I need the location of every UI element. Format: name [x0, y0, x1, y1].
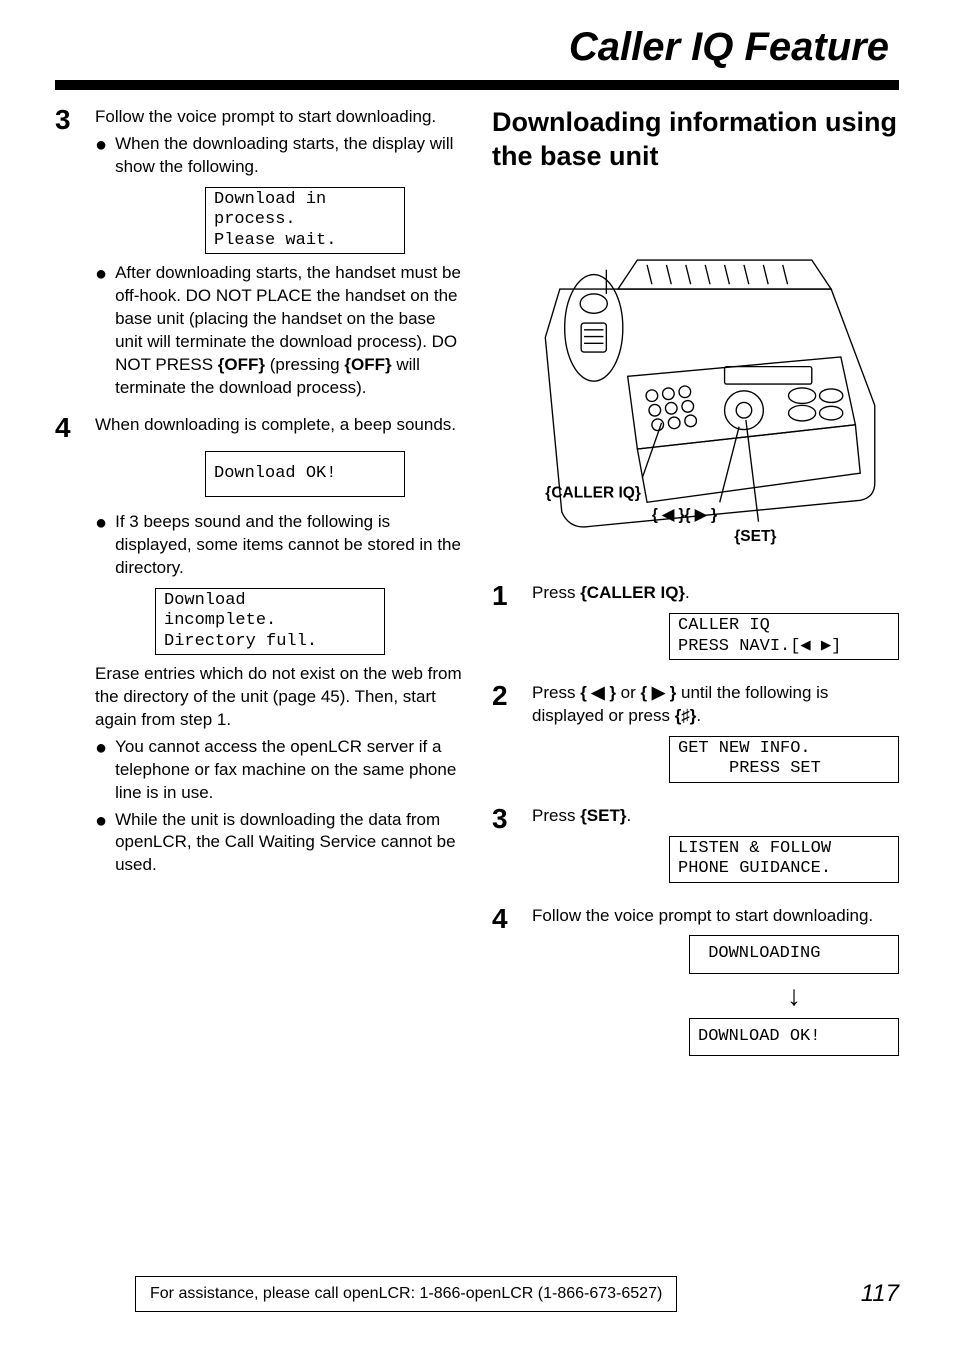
step-text: Press { ◀ } or { ▶ } until the following…: [532, 682, 899, 728]
bullet-icon: ●: [95, 809, 107, 878]
paragraph: Erase entries which do not exist on the …: [95, 663, 462, 732]
step-text: Follow the voice prompt to start downloa…: [95, 106, 462, 129]
down-arrow-icon: ↓: [689, 982, 899, 1010]
hash-key: {♯}: [675, 706, 697, 725]
label-set: {SET}: [734, 528, 776, 545]
right-arrow-key: { ▶ }: [641, 683, 677, 702]
left-arrow-key: { ◀ }: [580, 683, 616, 702]
set-key: {SET}: [580, 806, 626, 825]
step-number: 3: [55, 106, 77, 400]
page-header: Caller IQ Feature: [55, 20, 899, 90]
right-step-2: 2 Press { ◀ } or { ▶ } until the followi…: [492, 682, 899, 791]
lcd-display: Download in process. Please wait.: [205, 187, 405, 254]
left-step-4: 4 When downloading is complete, a beep s…: [55, 414, 462, 878]
lcd-display: Download incomplete. Directory full.: [155, 588, 385, 655]
step-text: When downloading is complete, a beep sou…: [95, 414, 462, 437]
section-title: Downloading information using the base u…: [492, 106, 899, 174]
left-column: 3 Follow the voice prompt to start downl…: [55, 106, 462, 1078]
label-nav: { ◀ }{ ▶ }: [652, 506, 717, 523]
bullet-text: After downloading starts, the handset mu…: [115, 262, 462, 400]
bullet-icon: ●: [95, 736, 107, 805]
lcd-display: Download OK!: [205, 451, 405, 497]
page-number: 117: [861, 1278, 899, 1310]
right-step-1: 1 Press {CALLER IQ}. CALLER IQ PRESS NAV…: [492, 582, 899, 668]
page-footer: For assistance, please call openLCR: 1-8…: [55, 1276, 899, 1312]
lcd-display: DOWNLOADING: [689, 935, 899, 973]
lcd-display: DOWNLOAD OK!: [689, 1018, 899, 1056]
bullet-text: If 3 beeps sound and the following is di…: [115, 511, 462, 580]
bullet-icon: ●: [95, 511, 107, 580]
bullet-icon: ●: [95, 262, 107, 400]
bullet-text: While the unit is downloading the data f…: [115, 809, 462, 878]
label-caller-iq: {CALLER IQ}: [545, 484, 641, 501]
bullet-text: When the downloading starts, the display…: [115, 133, 462, 179]
right-column: Downloading information using the base u…: [492, 106, 899, 1078]
step-text: Follow the voice prompt to start downloa…: [532, 905, 899, 928]
right-step-3: 3 Press {SET}. LISTEN & FOLLOW PHONE GUI…: [492, 805, 899, 891]
off-key: {OFF}: [344, 355, 391, 374]
lcd-display: LISTEN & FOLLOW PHONE GUIDANCE.: [669, 836, 899, 883]
lcd-display: CALLER IQ PRESS NAVI.[◀ ▶]: [669, 613, 899, 660]
lcd-display: GET NEW INFO. PRESS SET: [669, 736, 899, 783]
bullet-icon: ●: [95, 133, 107, 179]
step-number: 4: [55, 414, 77, 878]
left-step-3: 3 Follow the voice prompt to start downl…: [55, 106, 462, 400]
step-text: Press {CALLER IQ}.: [532, 582, 899, 605]
base-unit-illustration: {CALLER IQ} { ◀ }{ ▶ } {SET}: [492, 196, 899, 576]
step-number: 1: [492, 582, 514, 668]
step-number: 3: [492, 805, 514, 891]
step-number: 4: [492, 905, 514, 1065]
off-key: {OFF}: [218, 355, 265, 374]
bullet-text: You cannot access the openLCR server if …: [115, 736, 462, 805]
step-number: 2: [492, 682, 514, 791]
step-text: Press {SET}.: [532, 805, 899, 828]
footer-assistance: For assistance, please call openLCR: 1-8…: [135, 1276, 677, 1312]
header-title: Caller IQ Feature: [569, 25, 889, 69]
right-step-4: 4 Follow the voice prompt to start downl…: [492, 905, 899, 1065]
caller-iq-key: {CALLER IQ}: [580, 583, 685, 602]
